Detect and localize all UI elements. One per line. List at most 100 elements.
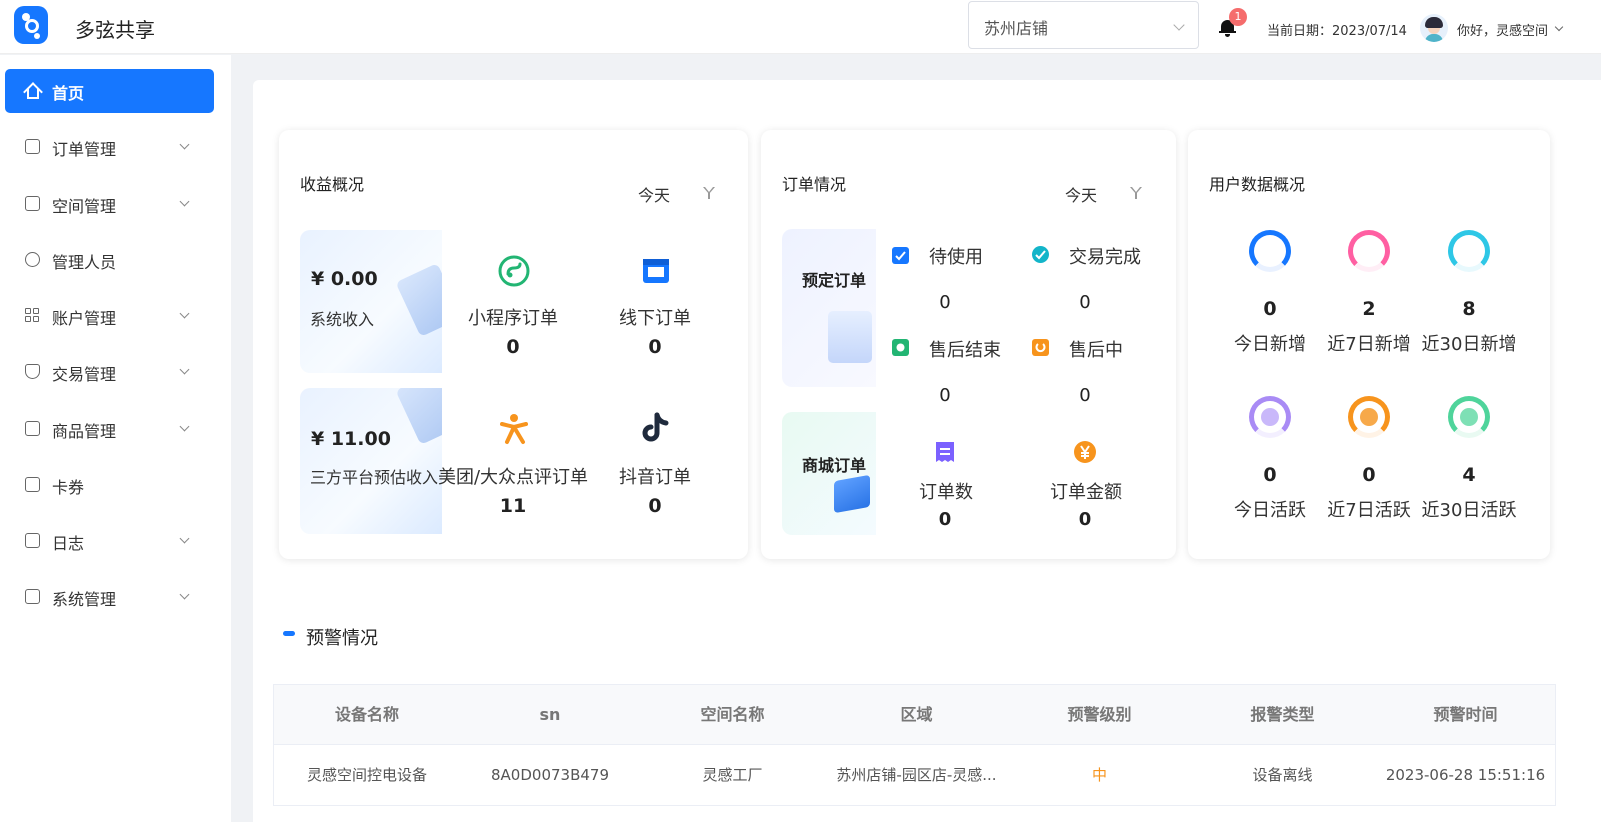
user-stat-label: 近30日新增 bbox=[1421, 334, 1517, 355]
table-cell: 灵感空间控电设备 bbox=[306, 766, 427, 784]
trend-ring-icon bbox=[1339, 221, 1399, 281]
sidebar-item-coupons[interactable]: 卡券 bbox=[5, 463, 214, 507]
store-icon bbox=[639, 253, 673, 287]
space-icon bbox=[25, 196, 40, 211]
home-icon bbox=[23, 82, 43, 102]
sidebar-item-products[interactable]: 商品管理 bbox=[5, 407, 214, 451]
app-logo-icon[interactable] bbox=[14, 6, 48, 44]
card-title: 收益概况 bbox=[300, 175, 365, 194]
stat-douyin: 抖音订单 0 bbox=[605, 463, 705, 517]
receipt-icon bbox=[933, 440, 957, 464]
user-greeting[interactable]: 你好，灵感空间 bbox=[1457, 20, 1548, 39]
section-marker bbox=[283, 631, 295, 636]
period-select[interactable]: 今天 bbox=[638, 182, 670, 206]
chevron-down-icon bbox=[179, 364, 190, 375]
sidebar-item-system[interactable]: 系统管理 bbox=[5, 575, 214, 619]
shield-heart-icon bbox=[892, 339, 909, 356]
trend-ring-icon bbox=[1439, 221, 1499, 281]
sidebar-item-label: 首页 bbox=[52, 84, 85, 103]
stat-value: 0 bbox=[506, 336, 520, 358]
chevron-down-icon[interactable] bbox=[1554, 22, 1564, 32]
column-header[interactable]: 报警类型 bbox=[1191, 685, 1374, 745]
stat-value: 0 bbox=[648, 336, 662, 358]
column-header[interactable]: 设备名称 bbox=[274, 685, 460, 745]
meituan-icon bbox=[497, 411, 531, 445]
user-stat-value: 2 bbox=[1362, 298, 1376, 320]
sidebar-item-logs[interactable]: 日志 bbox=[5, 519, 214, 563]
order-stat-value: 0 bbox=[1079, 385, 1091, 406]
checkbox-icon bbox=[892, 247, 909, 264]
user-stat-value: 4 bbox=[1462, 464, 1476, 486]
sidebar-item-label: 订单管理 bbox=[52, 140, 117, 159]
column-header[interactable]: 空间名称 bbox=[640, 685, 825, 745]
stat-value: 0 bbox=[648, 495, 662, 517]
douyin-icon bbox=[639, 411, 673, 445]
order-stat-value: 0 bbox=[1079, 292, 1091, 313]
users-card: 用户数据概况 0 今日新增 2 近7日新增 8 近30日新增 0 今日活跃 0 … bbox=[1188, 130, 1550, 559]
order-stat-value: 0 bbox=[939, 385, 951, 406]
income-label: 三方平台预估收入 bbox=[310, 468, 439, 487]
booking-orders-tile: 预定订单 bbox=[782, 229, 876, 387]
trend-ring-icon bbox=[1240, 221, 1300, 281]
store-select-value: 苏州店铺 bbox=[984, 19, 1049, 38]
sidebar-item-label: 商品管理 bbox=[52, 422, 117, 441]
sidebar-item-spaces[interactable]: 空间管理 bbox=[5, 182, 214, 226]
sidebar-item-label: 空间管理 bbox=[52, 197, 117, 216]
filter-icon[interactable] bbox=[703, 187, 715, 199]
store-select[interactable]: 苏州店铺 bbox=[968, 1, 1199, 49]
bag-icon bbox=[25, 421, 40, 436]
order-stat-label: 待使用 bbox=[929, 247, 983, 268]
revenue-card: 收益概况 今天 ¥ 0.00 系统收入 ¥ 11.00 三方平台预估收入 小程序… bbox=[279, 130, 748, 559]
filter-icon[interactable] bbox=[1130, 187, 1142, 199]
notification-badge: 1 bbox=[1229, 8, 1247, 26]
column-header[interactable]: 预警时间 bbox=[1374, 685, 1557, 745]
user-stat-value: 8 bbox=[1462, 298, 1476, 320]
stat-label: 线下订单 bbox=[619, 308, 691, 329]
chevron-down-icon bbox=[179, 421, 190, 432]
column-header[interactable]: 区域 bbox=[825, 685, 1008, 745]
orders-card: 订单情况 今天 预定订单 商城订单 待使用 0 交易完成 0 售后结束 0 售后… bbox=[761, 130, 1176, 559]
system-income-tile: ¥ 0.00 系统收入 bbox=[300, 230, 442, 373]
sidebar-item-staff[interactable]: 管理人员 bbox=[5, 238, 214, 282]
system-icon bbox=[25, 589, 40, 604]
order-stat-label: 售后结束 bbox=[929, 340, 1001, 361]
period-select[interactable]: 今天 bbox=[1065, 182, 1097, 206]
mini-program-icon bbox=[497, 254, 531, 288]
log-icon bbox=[25, 533, 40, 548]
order-stat-label: 交易完成 bbox=[1069, 247, 1141, 268]
user-stat-label: 近30日活跃 bbox=[1421, 500, 1517, 521]
column-header[interactable]: sn bbox=[460, 685, 640, 745]
mall-orders-tile: 商城订单 bbox=[782, 412, 876, 535]
sidebar-item-orders[interactable]: 订单管理 bbox=[5, 125, 214, 169]
section-title: 预警情况 bbox=[306, 628, 378, 649]
card-title: 用户数据概况 bbox=[1209, 175, 1306, 194]
tile-label: 预定订单 bbox=[802, 271, 867, 290]
stat-label: 美团/大众点评订单 bbox=[437, 467, 589, 488]
warnings-table: 设备名称 sn 空间名称 区域 预警级别 报警类型 预警时间 灵感空间控电设备 … bbox=[273, 684, 1556, 806]
table-cell: 灵感工厂 bbox=[702, 766, 763, 784]
chevron-down-icon bbox=[1173, 19, 1185, 31]
table-cell: 苏州店铺-园区店-灵感... bbox=[836, 766, 997, 784]
sidebar-item-accounts[interactable]: 账户管理 bbox=[5, 294, 214, 338]
stat-label: 小程序订单 bbox=[468, 308, 558, 329]
top-bar: 多弦共享 苏州店铺 1 当前日期：2023/07/14 你好，灵感空间 bbox=[0, 0, 1601, 54]
column-header[interactable]: 预警级别 bbox=[1008, 685, 1191, 745]
table-row[interactable]: 灵感空间控电设备 8A0D0073B479 灵感工厂 苏州店铺-园区店-灵感..… bbox=[274, 745, 1555, 805]
avatar[interactable] bbox=[1420, 14, 1448, 42]
stat-offline: 线下订单 0 bbox=[605, 304, 705, 358]
order-stat-label: 售后中 bbox=[1069, 340, 1123, 361]
chevron-down-icon bbox=[179, 139, 190, 150]
tile-label: 商城订单 bbox=[802, 456, 867, 475]
current-date: 当前日期：2023/07/14 bbox=[1267, 24, 1407, 39]
sidebar-item-home[interactable]: 首页 bbox=[5, 69, 214, 113]
chevron-down-icon bbox=[179, 589, 190, 600]
warning-level: 中 bbox=[1091, 766, 1107, 784]
stat-value: 11 bbox=[499, 495, 527, 517]
stat-meituan: 美团/大众点评订单 11 bbox=[433, 463, 593, 517]
yen-coin-icon bbox=[1073, 440, 1097, 464]
sidebar-item-label: 管理人员 bbox=[52, 253, 117, 272]
order-stat-value: 0 bbox=[939, 292, 951, 313]
order-stat-value: 0 bbox=[1078, 509, 1092, 530]
chevron-down-icon bbox=[179, 196, 190, 207]
sidebar-item-transactions[interactable]: 交易管理 bbox=[5, 350, 214, 394]
